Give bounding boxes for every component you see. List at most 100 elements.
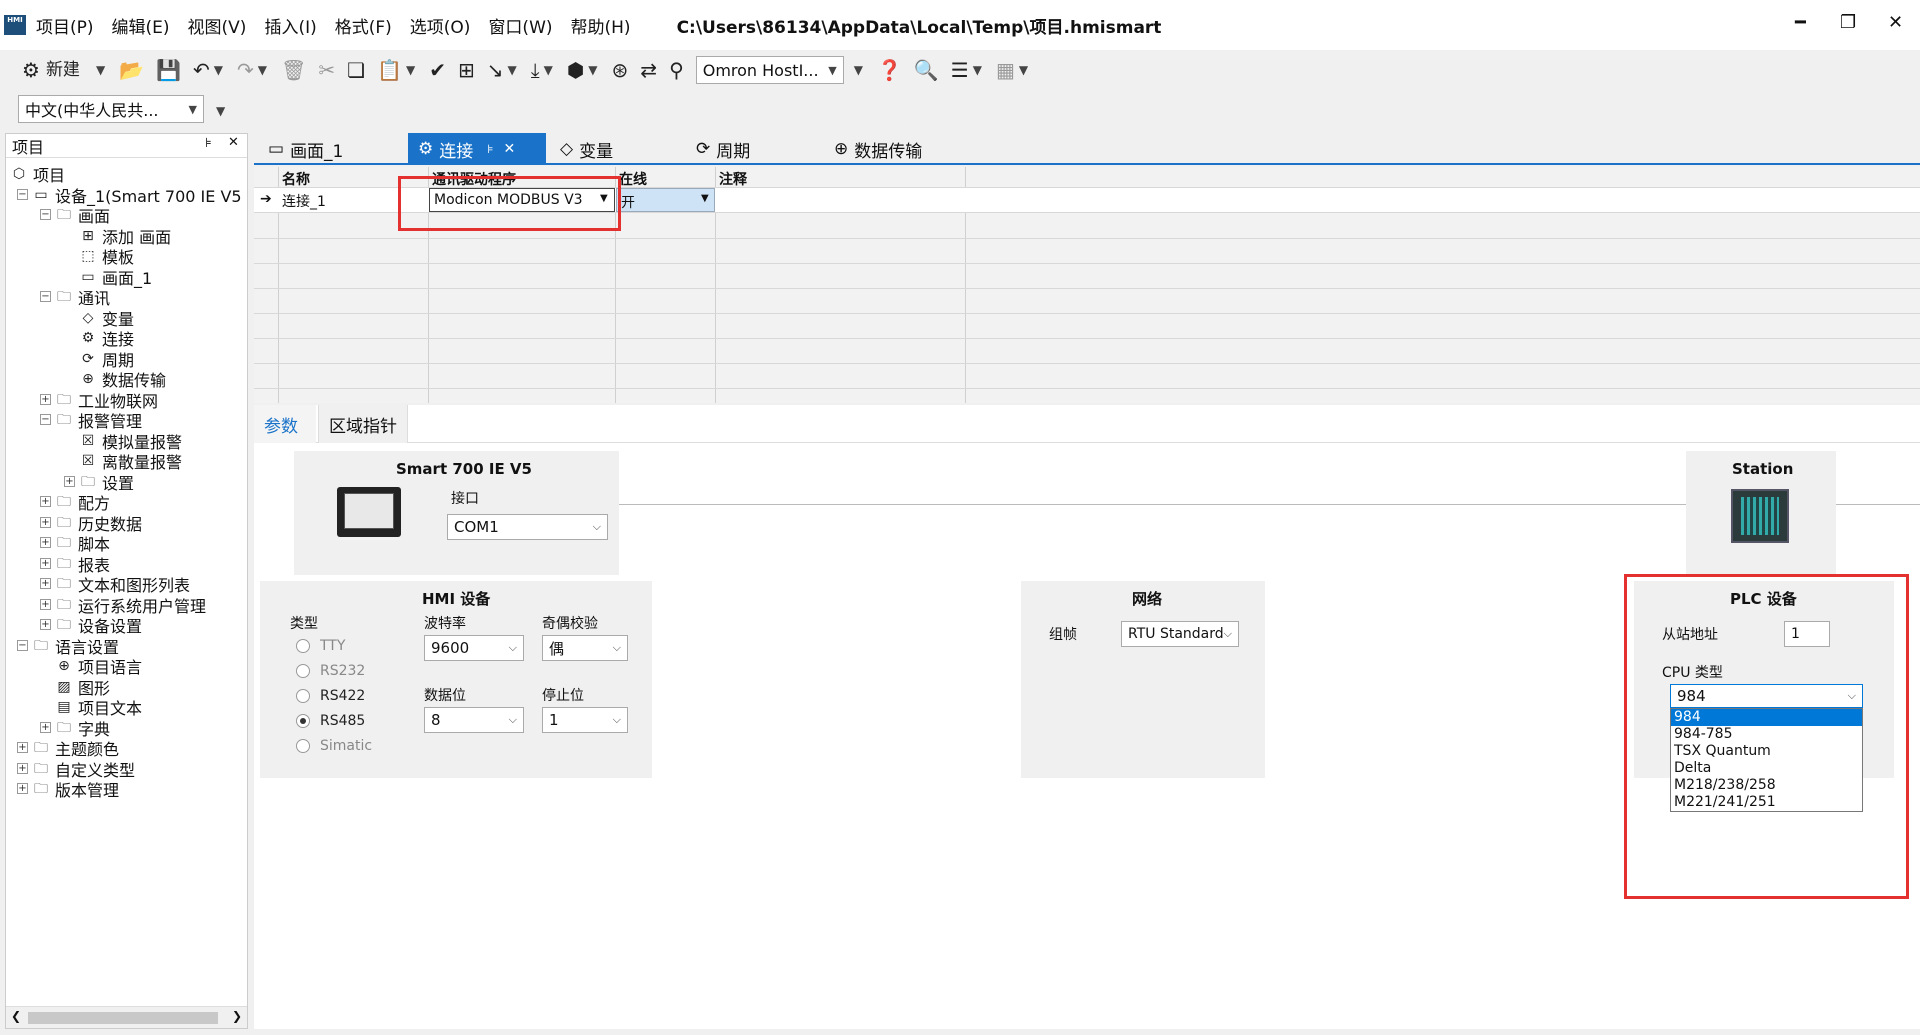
menu-item[interactable]: 视图(V) — [188, 13, 247, 38]
stopbits-select[interactable]: 1 ⌵ — [542, 707, 628, 733]
tab-connection[interactable]: ⚙ 连接 ⊧ ✕ — [408, 133, 546, 165]
type-radio-rs232[interactable]: RS232 — [296, 663, 365, 679]
collapse-icon[interactable]: − — [17, 639, 28, 651]
help-search-icon[interactable]: 🔍 — [914, 60, 939, 80]
collapse-icon[interactable]: − — [40, 291, 51, 302]
new-dropdown-arrow[interactable]: ▼ — [96, 60, 105, 80]
chevron-down-icon[interactable]: ▼ — [701, 193, 709, 204]
compile-icon[interactable]: ⊞ — [458, 60, 475, 80]
toolbar-overflow-icon[interactable]: ▼ — [854, 60, 863, 80]
expand-icon[interactable]: + — [40, 721, 51, 733]
scroll-left-icon[interactable]: ❮ — [11, 1009, 21, 1023]
interface-select[interactable]: COM1 ⌵ — [447, 514, 608, 540]
help-list-icon[interactable]: ☰ — [951, 60, 969, 80]
type-radio-tty[interactable]: TTY — [296, 638, 345, 654]
menu-item[interactable]: 帮助(H) — [571, 13, 631, 38]
help-icon[interactable]: ❓ — [877, 60, 902, 80]
undo-icon[interactable]: ↶ — [193, 60, 210, 80]
cut-icon[interactable]: ✂ — [318, 60, 335, 80]
tab-cycle[interactable]: ⟳ 周期 — [696, 133, 750, 165]
horizontal-scrollbar[interactable]: ❮ ❯ — [6, 1006, 247, 1028]
undo-dropdown-icon[interactable]: ▼ — [214, 60, 223, 80]
expand-icon[interactable]: + — [17, 742, 28, 753]
menu-item[interactable]: 插入(I) — [264, 13, 316, 38]
editor-tabbar: ▭ 画面_1 ⚙ 连接 ⊧ ✕ ◇ 变量 ⟳ 周期 ⊕ 数据传输 — [254, 133, 1920, 165]
type-radio-simatic[interactable]: Simatic — [296, 738, 372, 754]
expand-icon[interactable]: + — [40, 537, 51, 548]
new-button[interactable]: 新建 — [46, 60, 80, 80]
maximize-button[interactable]: ❐ — [1840, 12, 1856, 33]
simulate-dropdown-icon[interactable]: ▼ — [508, 60, 517, 80]
help-dropdown-icon[interactable]: ▼ — [973, 60, 982, 80]
redo-icon[interactable]: ↷ — [237, 60, 254, 80]
replace-icon[interactable]: ⇄ — [640, 60, 657, 80]
menu-item[interactable]: 窗口(W) — [488, 13, 552, 38]
tab-variables[interactable]: ◇ 变量 — [560, 133, 613, 165]
tab-data-transfer[interactable]: ⊕ 数据传输 — [834, 133, 922, 165]
baud-select[interactable]: 9600 ⌵ — [424, 635, 524, 661]
expand-icon[interactable]: + — [17, 783, 28, 794]
plc-icon[interactable]: ▦ — [996, 60, 1015, 80]
language-combo[interactable]: 中文(中华人民共... ▼ — [18, 95, 204, 123]
databits-select[interactable]: 8 ⌵ — [424, 707, 524, 733]
connection-name-cell[interactable]: 连接_1 — [282, 191, 326, 211]
collapse-icon[interactable]: − — [17, 188, 28, 200]
expand-icon[interactable]: + — [40, 598, 51, 610]
copy-icon[interactable]: ❏ — [347, 60, 365, 80]
type-radio-rs485[interactable]: RS485 — [296, 713, 365, 729]
open-folder-icon[interactable]: 📂 — [119, 60, 144, 80]
close-icon[interactable]: ✕ — [228, 135, 239, 150]
frame-select[interactable]: RTU Standard ⌵ — [1121, 621, 1239, 647]
pin-icon[interactable]: ⊧ — [205, 136, 212, 151]
close-tab-icon[interactable]: ✕ — [504, 141, 516, 157]
package-icon[interactable]: ⬢ — [567, 60, 584, 80]
download-icon[interactable]: ⤓ — [531, 60, 540, 80]
menu-item[interactable]: 项目(P) — [36, 13, 94, 38]
radio-dot — [296, 714, 310, 728]
collapse-icon[interactable]: − — [40, 414, 51, 425]
compile-check-icon[interactable]: ✔ — [429, 60, 446, 80]
column-header-name[interactable]: 名称 — [282, 169, 310, 189]
paste-dropdown-icon[interactable]: ▼ — [406, 60, 415, 80]
parity-select[interactable]: 偶 ⌵ — [542, 635, 628, 661]
subtab-area-pointer[interactable]: 区域指针 — [318, 405, 408, 443]
plc-dropdown-icon[interactable]: ▼ — [1019, 60, 1028, 80]
expand-icon[interactable]: + — [40, 393, 51, 405]
menu-item[interactable]: 编辑(E) — [112, 13, 170, 38]
minimize-button[interactable]: ━ — [1795, 12, 1806, 33]
tab-screen-1[interactable]: ▭ 画面_1 — [268, 133, 343, 165]
find-icon[interactable]: ⊛ — [612, 60, 629, 80]
expand-icon[interactable]: + — [40, 516, 51, 528]
menu-item[interactable]: 格式(F) — [335, 13, 392, 38]
delete-icon[interactable]: 🗑 — [281, 60, 306, 80]
simulate-icon[interactable]: ↘ — [487, 60, 504, 80]
online-cell[interactable]: 开 ▼ — [616, 188, 715, 212]
package-dropdown-icon[interactable]: ▼ — [588, 60, 597, 80]
column-header-comment[interactable]: 注释 — [719, 169, 747, 189]
expand-icon[interactable]: + — [17, 762, 28, 774]
redo-dropdown-icon[interactable]: ▼ — [258, 60, 267, 80]
close-button[interactable]: ✕ — [1888, 12, 1903, 33]
expand-icon[interactable]: + — [40, 619, 51, 630]
tree-item[interactable]: 🗀 版本管理 — [31, 777, 119, 801]
collapse-icon[interactable]: − — [40, 209, 51, 220]
new-icon[interactable]: ⚙ — [22, 60, 40, 80]
scrollbar-thumb[interactable] — [28, 1012, 218, 1024]
expand-icon[interactable]: + — [40, 496, 51, 507]
column-header-online[interactable]: 在线 — [619, 169, 647, 189]
menu-item[interactable]: 选项(O) — [410, 13, 471, 38]
toolbar-overflow-icon[interactable]: ▼ — [216, 104, 225, 118]
device-combo[interactable]: Omron HostI... ▼ — [695, 56, 844, 84]
expand-icon[interactable]: + — [64, 475, 75, 487]
download-dropdown-icon[interactable]: ▼ — [544, 60, 553, 80]
find-replace-icon[interactable]: ⚲ — [669, 60, 684, 80]
scroll-right-icon[interactable]: ❯ — [232, 1009, 242, 1023]
subtab-parameters[interactable]: 参数 — [254, 405, 316, 443]
type-radio-rs422[interactable]: RS422 — [296, 688, 365, 704]
save-icon[interactable]: 💾 — [156, 60, 181, 80]
expand-icon[interactable]: + — [40, 578, 51, 589]
paste-icon[interactable]: 📋 — [377, 60, 402, 80]
interface-label: 接口 — [451, 491, 479, 507]
pin-icon[interactable]: ⊧ — [487, 142, 493, 156]
expand-icon[interactable]: + — [40, 557, 51, 569]
